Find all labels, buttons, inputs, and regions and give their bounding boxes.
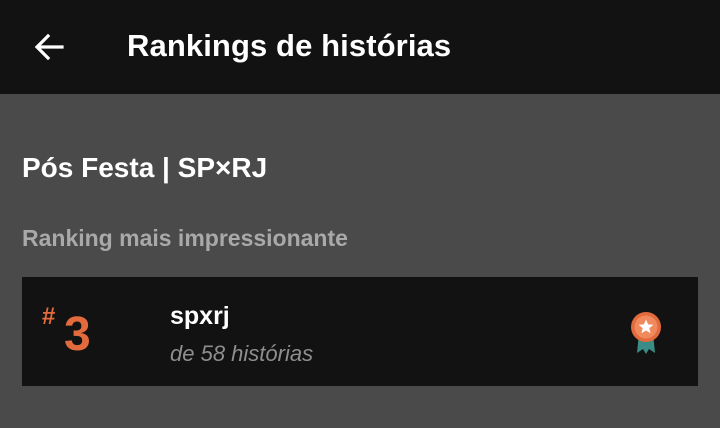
- back-button[interactable]: [26, 24, 72, 70]
- ranking-tag-name: spxrj: [170, 302, 230, 330]
- award-ribbon-icon: [631, 312, 661, 354]
- page-title: Rankings de histórias: [127, 28, 452, 63]
- ranking-card[interactable]: # 3 spxrj de 58 histórias: [22, 277, 698, 386]
- arrow-left-icon: [34, 33, 64, 61]
- ranking-subtitle: de 58 histórias: [170, 341, 314, 366]
- story-title: Pós Festa | SP×RJ: [22, 152, 268, 183]
- rank-hash-symbol: #: [42, 303, 56, 330]
- app-screen: Rankings de histórias Pós Festa | SP×RJ …: [0, 0, 720, 428]
- rank-number: 3: [64, 308, 91, 361]
- top-app-bar: Rankings de histórias: [0, 0, 720, 94]
- ranking-section-label: Ranking mais impressionante: [22, 225, 348, 251]
